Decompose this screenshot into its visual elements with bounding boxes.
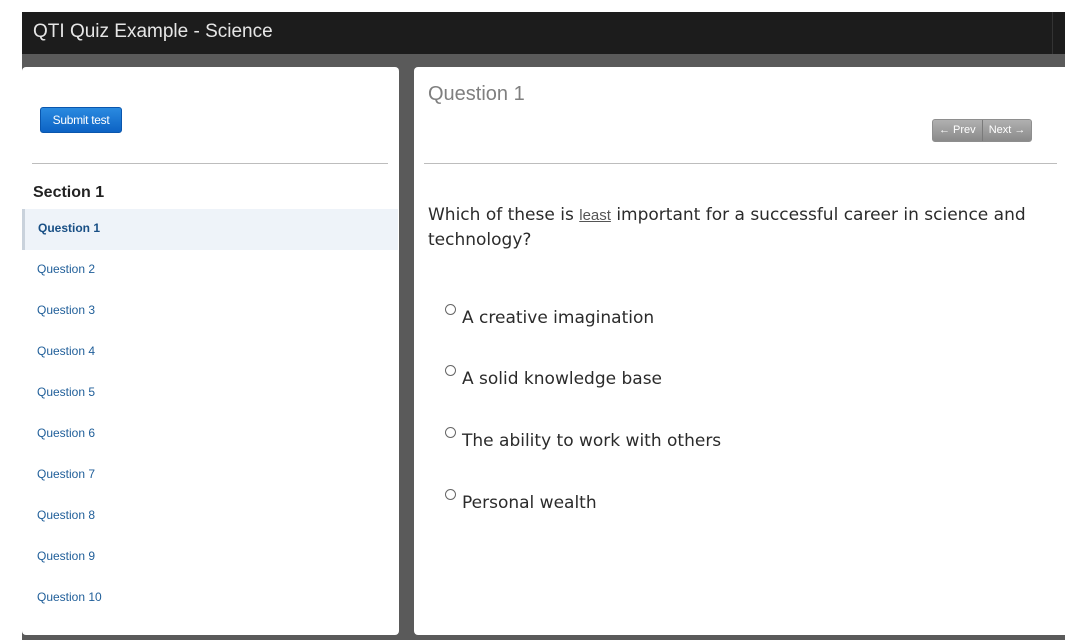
next-button[interactable]: Next → bbox=[981, 120, 1032, 141]
answer-choice[interactable]: The ability to work with others bbox=[445, 426, 721, 451]
question-list-item[interactable]: Question 3 bbox=[22, 291, 398, 332]
prev-button[interactable]: ← Prev bbox=[933, 120, 982, 141]
radio-icon[interactable] bbox=[445, 427, 456, 438]
question-heading: Question 1 bbox=[428, 83, 525, 105]
question-list: Question 1 Question 2 Question 3 Questio… bbox=[22, 209, 398, 619]
answer-choice[interactable]: A creative imagination bbox=[445, 303, 654, 328]
app-title-bar: QTI Quiz Example - Science bbox=[22, 12, 1065, 54]
question-list-item[interactable]: Question 8 bbox=[22, 496, 398, 537]
question-list-item[interactable]: Question 1 bbox=[22, 209, 398, 250]
sidebar-panel: Submit test Section 1 Question 1 Questio… bbox=[22, 67, 399, 635]
sidebar-divider bbox=[32, 163, 388, 164]
question-list-item[interactable]: Question 5 bbox=[22, 373, 398, 414]
question-divider bbox=[424, 163, 1057, 164]
question-list-item[interactable]: Question 4 bbox=[22, 332, 398, 373]
question-list-item[interactable]: Question 9 bbox=[22, 537, 398, 578]
radio-icon[interactable] bbox=[445, 365, 456, 376]
radio-icon[interactable] bbox=[445, 489, 456, 500]
prompt-emphasis: least bbox=[579, 207, 611, 224]
answer-choice-label: A creative imagination bbox=[462, 308, 655, 328]
title-bar-divider bbox=[1052, 12, 1053, 54]
question-panel: Question 1 ← Prev Next → Which of these … bbox=[414, 67, 1065, 635]
app-title: QTI Quiz Example - Science bbox=[33, 21, 273, 42]
radio-icon[interactable] bbox=[445, 304, 456, 315]
question-list-item[interactable]: Question 7 bbox=[22, 455, 398, 496]
question-nav: ← Prev Next → bbox=[932, 119, 1033, 142]
answer-choice-label: A solid knowledge base bbox=[462, 369, 663, 389]
question-list-item[interactable]: Question 10 bbox=[22, 578, 398, 619]
answer-choice-label: The ability to work with others bbox=[462, 431, 722, 451]
section-title: Section 1 bbox=[33, 184, 105, 201]
answer-choice-label: Personal wealth bbox=[462, 493, 597, 513]
question-list-item[interactable]: Question 6 bbox=[22, 414, 398, 455]
submit-test-button[interactable]: Submit test bbox=[40, 107, 122, 133]
question-list-item[interactable]: Question 2 bbox=[22, 250, 398, 291]
question-prompt: Which of these is least important for a … bbox=[428, 203, 1028, 253]
answer-choice[interactable]: Personal wealth bbox=[445, 488, 597, 513]
answer-choice[interactable]: A solid knowledge base bbox=[445, 364, 662, 389]
prompt-text: Which of these is bbox=[428, 205, 580, 225]
